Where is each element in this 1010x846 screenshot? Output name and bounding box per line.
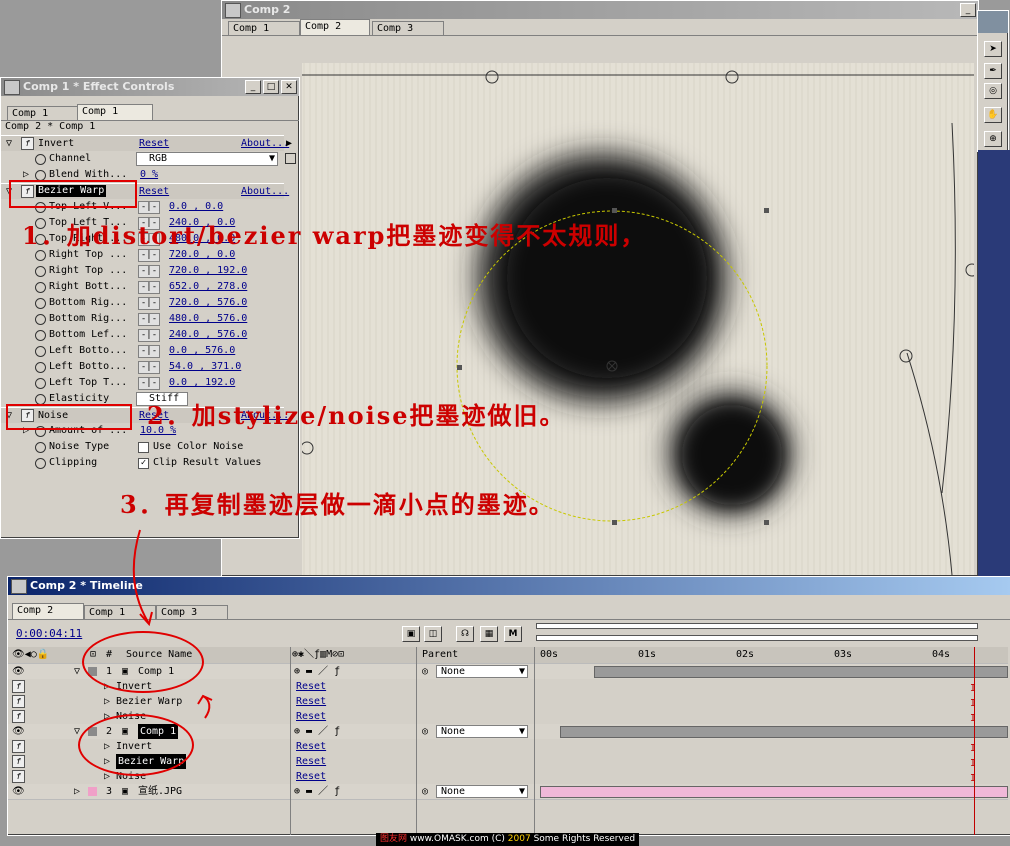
annotation-step-1: 1．加distort/bezier warp把墨迹变得不太规则， — [22, 221, 647, 250]
footer-credit: 图友网 www.OMASK.com (C) 2007 Some Rights R… — [376, 833, 640, 846]
footer-url[interactable]: www.OMASK.com — [410, 834, 489, 844]
annotation-step-2: 2．加stylize/noise把墨迹做旧。 — [147, 401, 566, 430]
annotation-step-3: 3．再复制墨迹层做一滴小点的墨迹。 — [120, 490, 555, 519]
